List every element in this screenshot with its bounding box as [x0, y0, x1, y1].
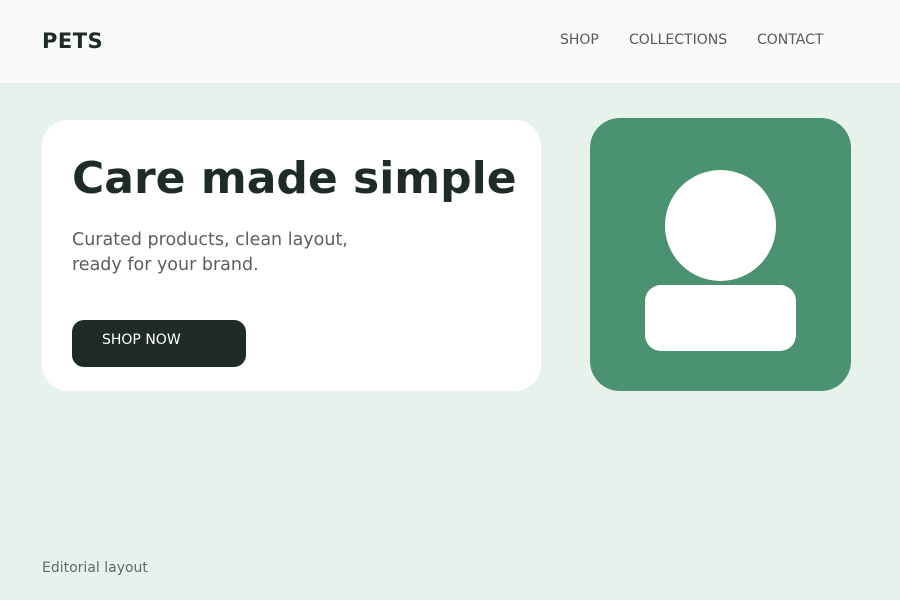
user-avatar-icon	[590, 118, 851, 391]
hero-title: Care made simple	[72, 153, 517, 204]
site-header: PETS SHOP COLLECTIONS CONTACT	[0, 0, 900, 83]
hero-subtitle: Curated products, clean layout, ready fo…	[72, 230, 348, 275]
nav-link-contact[interactable]: CONTACT	[757, 32, 823, 49]
nav-link-shop[interactable]: SHOP	[560, 32, 599, 49]
avatar-head-shape	[665, 170, 776, 281]
avatar-body-shape	[645, 285, 796, 351]
nav-link-collections[interactable]: COLLECTIONS	[629, 32, 727, 49]
hero-card: Care made simple Curated products, clean…	[42, 120, 541, 391]
brand-logo[interactable]: PETS	[42, 28, 103, 54]
footer-note: Editorial layout	[42, 560, 148, 576]
shop-now-button[interactable]: SHOP NOW	[72, 320, 246, 367]
